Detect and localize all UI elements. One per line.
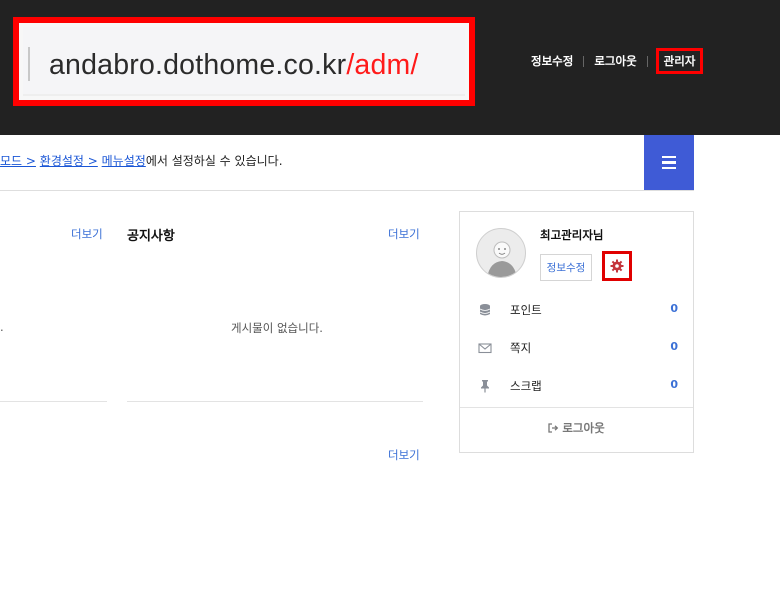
menu-setting-link[interactable]: 메뉴설정 [102,154,146,168]
gear-icon [610,259,624,273]
stat-label: 쪽지 [510,341,532,355]
stat-value: 0 [670,378,678,391]
avatar [476,228,526,278]
url-text: andabro.dothome.co.kr/adm/ [49,48,419,82]
profile-edit-button[interactable]: 정보수정 [540,254,592,281]
stat-row-messages[interactable]: 쪽지 0 [460,337,695,359]
menu-setting-hint: 모드 > 환경설정 > 메뉴설정에서 설정하실 수 있습니다. [0,152,283,169]
url-bar-highlight: andabro.dothome.co.kr/adm/ [13,17,475,106]
admin-link[interactable]: 관리자 [655,48,704,74]
top-nav: 정보수정 로그아웃 관리자 [531,48,704,74]
logout-label: 로그아웃 [562,421,605,435]
sign-out-icon [548,423,559,433]
stat-label: 포인트 [510,303,542,317]
left-board-more-link[interactable]: 더보기 [71,226,103,242]
section-divider [0,190,694,191]
top-header: andabro.dothome.co.kr/adm/ 정보수정 로그아웃 관리자 [0,0,780,135]
admin-settings-button[interactable] [602,251,632,281]
database-icon [479,304,491,316]
url-path: /adm/ [346,49,419,81]
hamburger-menu-button[interactable] [644,135,694,190]
bottom-board-more-link[interactable]: 더보기 [388,447,420,463]
top-edit-info-link[interactable]: 정보수정 [531,53,573,69]
notice-empty-message: 게시물이 없습니다. [231,321,323,335]
address-bar[interactable]: andabro.dothome.co.kr/adm/ [23,27,465,96]
top-logout-link[interactable]: 로그아웃 [594,53,636,69]
notice-board-title: 공지사항 [127,229,175,244]
left-board-divider [0,401,107,402]
stat-row-scrap[interactable]: 스크랩 0 [460,375,695,397]
top-nav-divider [583,55,585,67]
stat-label: 스크랩 [510,379,542,393]
envelope-icon [478,343,492,354]
default-user-icon [487,241,517,277]
text-caret [28,47,30,81]
pin-icon [481,380,489,393]
notice-more-link[interactable]: 더보기 [388,226,420,242]
user-name: 최고관리자님 [540,228,604,242]
top-nav-divider [646,55,648,67]
left-board-empty-fragment: . [0,320,4,334]
stat-value: 0 [670,340,678,353]
profile-logout-button[interactable]: 로그아웃 [460,420,693,436]
profile-divider [460,407,693,408]
stat-row-points[interactable]: 포인트 0 [460,299,695,321]
hint-suffix: 에서 설정하실 수 있습니다. [145,154,283,168]
profile-box: 최고관리자님 정보수정 포인트 0 쪽지 0 스크랩 0 로그아웃 [459,211,694,453]
mode-link[interactable]: 모드 > [0,154,36,168]
url-domain: andabro.dothome.co.kr [49,49,347,81]
hamburger-icon [662,155,676,170]
stat-value: 0 [670,302,678,315]
config-link[interactable]: 환경설정 > [40,154,98,168]
notice-board-divider [127,401,423,402]
